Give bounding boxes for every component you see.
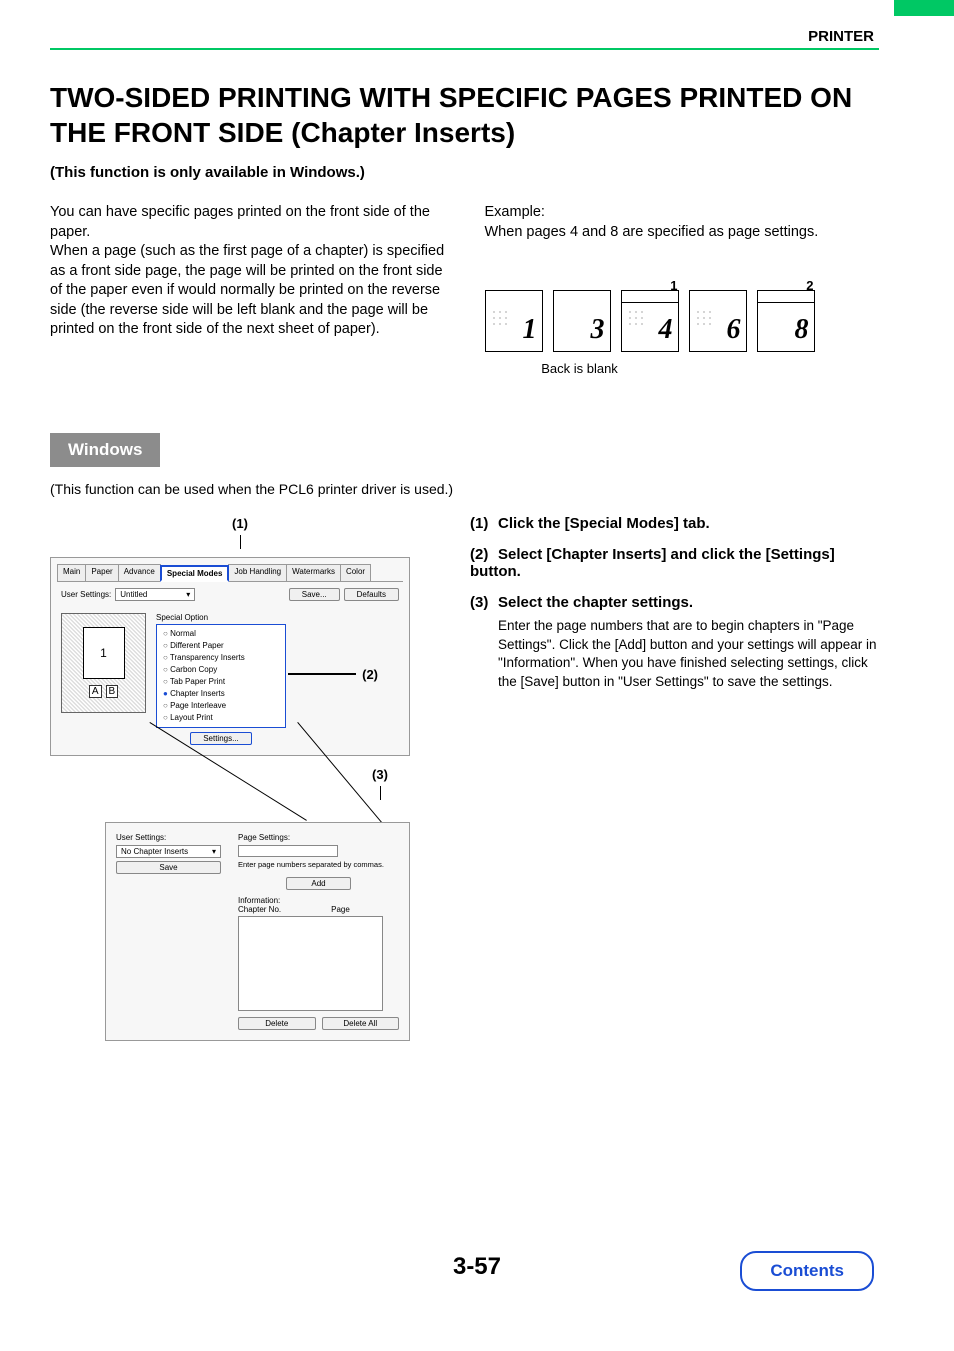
subtitle: (This function is only available in Wind… — [50, 164, 879, 181]
page-settings-label: Page Settings: — [238, 833, 399, 842]
tab-color[interactable]: Color — [340, 564, 371, 581]
tab-paper[interactable]: Paper — [85, 564, 118, 581]
user-settings-label-2: User Settings: — [116, 833, 226, 842]
chevron-down-icon: ▾ — [186, 590, 190, 599]
user-settings-dropdown[interactable]: Untitled▾ — [115, 588, 195, 601]
delete-button[interactable]: Delete — [238, 1017, 316, 1030]
step-body: Enter the page numbers that are to begin… — [498, 617, 879, 693]
col-chapter-no: Chapter No. — [238, 905, 281, 914]
delete-all-button[interactable]: Delete All — [322, 1017, 400, 1030]
radio-transparency[interactable]: Transparency Inserts — [163, 652, 279, 664]
preview-a-icon: A — [89, 685, 102, 698]
add-button[interactable]: Add — [286, 877, 350, 890]
radio-normal[interactable]: Normal — [163, 628, 279, 640]
user-settings-label: User Settings: — [61, 590, 111, 599]
callout-3: (3) — [372, 767, 388, 782]
radio-tab-paper[interactable]: Tab Paper Print — [163, 676, 279, 688]
corner-accent — [894, 0, 954, 16]
callout-2: (2) — [362, 667, 378, 682]
radio-different-paper[interactable]: Different Paper — [163, 640, 279, 652]
step-head: Select [Chapter Inserts] and click the [… — [470, 546, 835, 580]
radio-carbon-copy[interactable]: Carbon Copy — [163, 664, 279, 676]
radio-page-interleave[interactable]: Page Interleave — [163, 700, 279, 712]
ex-page: 14 — [621, 290, 679, 352]
special-option-list[interactable]: Normal Different Paper Transparency Inse… — [156, 624, 286, 728]
save-button[interactable]: Save... — [289, 588, 340, 601]
contents-button[interactable]: Contents — [740, 1251, 874, 1291]
preview-page: 1 — [83, 627, 125, 679]
back-blank-label: Back is blank — [485, 360, 675, 378]
chapter-inserts-dialog: User Settings: No Chapter Inserts▾ Save … — [105, 822, 410, 1041]
info-listbox[interactable] — [238, 916, 383, 1011]
info-label: Information: — [238, 896, 399, 905]
ex-page: 28 — [757, 290, 815, 352]
tab-special-modes[interactable]: Special Modes — [160, 565, 230, 582]
ci-dropdown[interactable]: No Chapter Inserts▾ — [116, 845, 221, 858]
step-head: Select the chapter settings. — [498, 594, 693, 611]
driver-dialog-1: Main Paper Advance Special Modes Job Han… — [50, 557, 410, 756]
group-label: Special Option — [156, 613, 399, 624]
callout-1: (1) — [232, 516, 248, 531]
preview-pane: 1 A B — [61, 613, 146, 713]
tab-job-handling[interactable]: Job Handling — [228, 564, 287, 581]
example-desc: When pages 4 and 8 are specified as page… — [485, 223, 880, 243]
preview-b-icon: B — [106, 685, 119, 698]
ex-page: 3 — [553, 290, 611, 352]
step-head: Click the [Special Modes] tab. — [498, 515, 710, 532]
section-header: PRINTER — [808, 28, 874, 45]
header-rule — [50, 48, 879, 50]
defaults-button[interactable]: Defaults — [344, 588, 399, 601]
intro-text: You can have specific pages printed on t… — [50, 203, 445, 378]
page-settings-hint: Enter page numbers separated by commas. — [238, 860, 399, 869]
tab-watermarks[interactable]: Watermarks — [286, 564, 341, 581]
windows-heading: Windows — [50, 433, 160, 467]
ex-page: 1 — [485, 290, 543, 352]
example-label: Example: — [485, 203, 880, 223]
page-settings-input[interactable] — [238, 845, 338, 857]
page-title: TWO-SIDED PRINTING WITH SPECIFIC PAGES P… — [50, 80, 879, 150]
tab-advance[interactable]: Advance — [118, 564, 161, 581]
step-num: (1) — [470, 515, 498, 532]
tab-main[interactable]: Main — [57, 564, 86, 581]
radio-layout-print[interactable]: Layout Print — [163, 712, 279, 724]
driver-note: (This function can be used when the PCL6… — [50, 481, 879, 497]
radio-chapter-inserts[interactable]: Chapter Inserts — [163, 688, 279, 700]
step-num: (2) — [470, 546, 498, 563]
example-diagram: 1 3 14 6 28 — [485, 290, 880, 352]
col-page: Page — [331, 905, 350, 914]
step-num: (3) — [470, 594, 498, 611]
ci-save-button[interactable]: Save — [116, 861, 221, 874]
settings-button[interactable]: Settings... — [190, 732, 252, 745]
ex-page: 6 — [689, 290, 747, 352]
chevron-down-icon: ▾ — [212, 847, 216, 856]
